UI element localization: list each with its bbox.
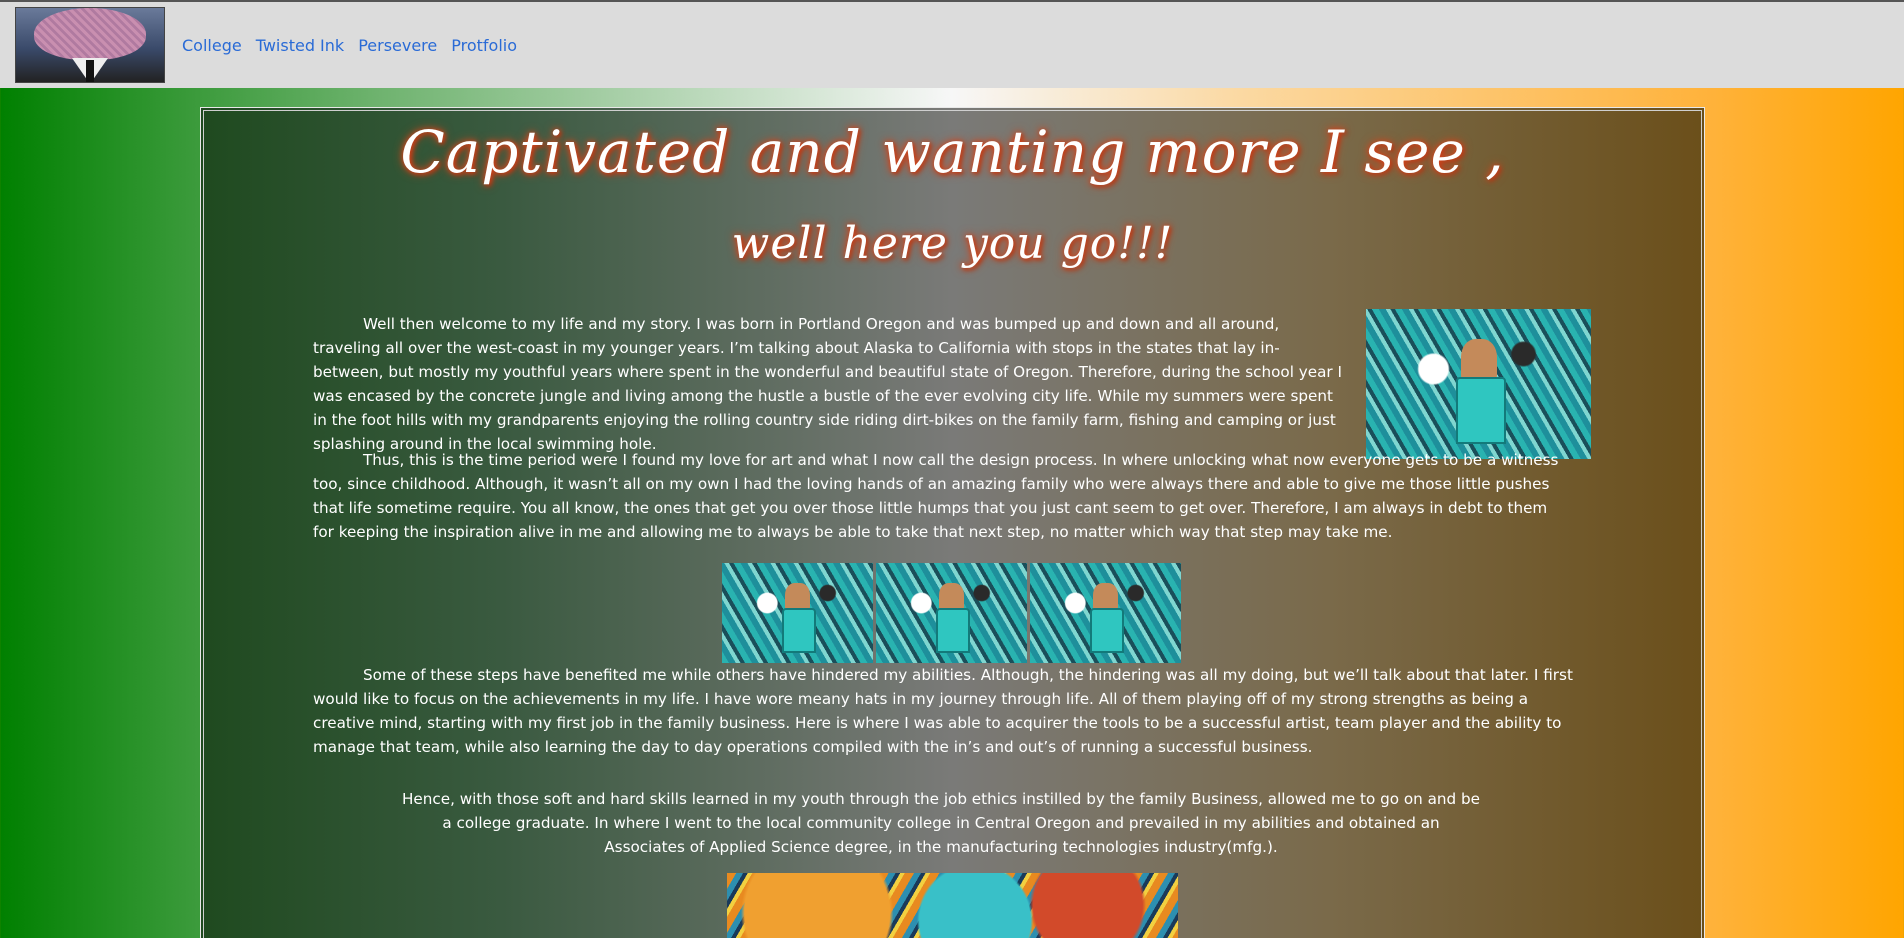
hat-shape [34, 8, 146, 60]
chair-shape [936, 608, 970, 653]
nav-link-portfolio[interactable]: Protfolio [451, 36, 517, 55]
chair-shape [782, 608, 816, 653]
top-navbar: College Twisted Ink Persevere Protfolio [0, 0, 1904, 88]
intro-paragraph: Well then welcome to my life and my stor… [313, 315, 1342, 453]
chair-shape [1456, 376, 1506, 444]
graffiti-thumb-2 [876, 563, 1027, 663]
graffiti-thumb-3 [1030, 563, 1181, 663]
nav-link-twisted-ink[interactable]: Twisted Ink [256, 36, 344, 55]
page-title: Captivated and wanting more I see , [400, 118, 1505, 186]
logo-image[interactable] [15, 7, 165, 83]
graffiti-thumb-1 [722, 563, 873, 663]
graffiti-chair-image [1366, 309, 1591, 459]
college-paragraph: Hence, with those soft and hard skills l… [402, 790, 1480, 856]
content-panel: Captivated and wanting more I see , well… [200, 107, 1705, 938]
graffiti-wall-image [727, 873, 1178, 938]
art-paragraph: Thus, this is the time period were I fou… [313, 451, 1559, 541]
tie-shape [86, 60, 94, 82]
steps-paragraph: Some of these steps have benefited me wh… [313, 666, 1573, 756]
chair-shape [1090, 608, 1124, 653]
page-subtitle: well here you go!!! [731, 218, 1174, 269]
nav-link-college[interactable]: College [182, 36, 242, 55]
nav-link-persevere[interactable]: Persevere [358, 36, 437, 55]
